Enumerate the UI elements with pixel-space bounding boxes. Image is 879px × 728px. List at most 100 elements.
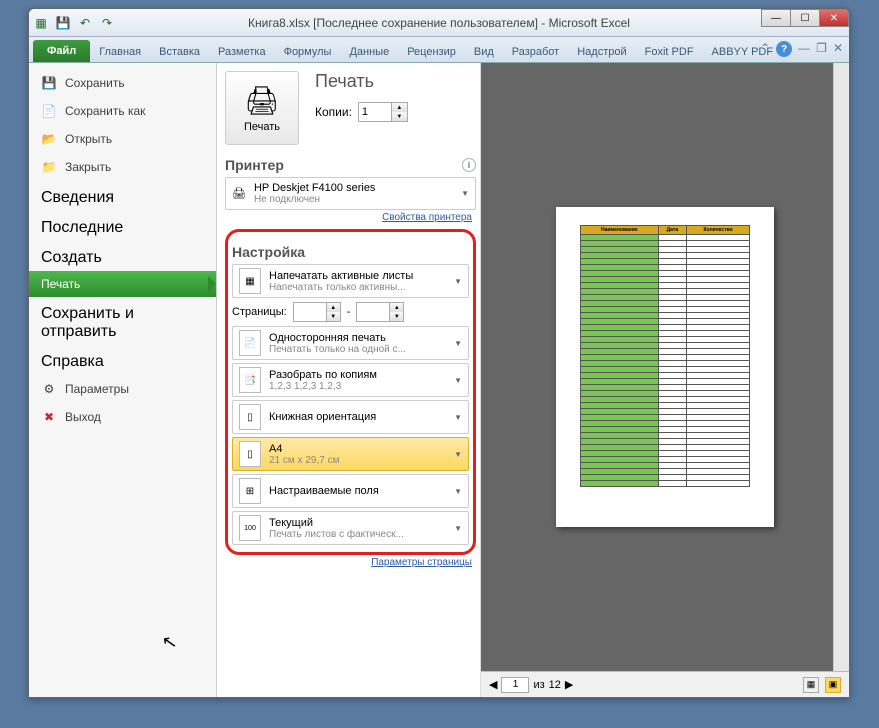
tab-formulas[interactable]: Формулы: [275, 41, 341, 62]
preview-table: НаименованиеДатаКоличество: [580, 225, 750, 487]
print-preview: НаименованиеДатаКоличество ◀ из 12 ▶ ▦ ▣: [481, 63, 849, 697]
copies-up[interactable]: ▲: [392, 103, 407, 112]
pages-to-input[interactable]: [357, 303, 389, 321]
setting-papersize[interactable]: ▯ A4 21 см x 29,7 см ▼: [232, 437, 469, 471]
printer-properties-link[interactable]: Свойства принтера: [225, 212, 472, 223]
printer-status: Не подключен: [254, 194, 375, 205]
chevron-down-icon: ▼: [454, 376, 462, 385]
chevron-down-icon: ▼: [454, 450, 462, 459]
setting-scale-sub: Печать листов с фактическ...: [269, 529, 404, 540]
printer-section-label: Принтер: [225, 157, 284, 173]
sidebar-options[interactable]: ⚙Параметры: [29, 375, 216, 403]
next-page-button[interactable]: ▶: [565, 678, 573, 691]
tab-insert[interactable]: Вставка: [150, 41, 209, 62]
scale-icon: 100: [239, 515, 261, 541]
setting-size-sub: 21 см x 29,7 см: [269, 455, 339, 466]
portrait-icon: ▯: [239, 404, 261, 430]
tab-foxit[interactable]: Foxit PDF: [636, 41, 703, 62]
collate-icon: 📑: [239, 367, 261, 393]
sidebar-print[interactable]: Печать: [29, 271, 216, 297]
copies-input[interactable]: [359, 103, 391, 121]
undo-icon[interactable]: ↶: [77, 15, 93, 31]
page-total: 12: [549, 679, 561, 691]
sidebar-save-label: Сохранить: [65, 76, 125, 90]
setting-sides-title: Односторонняя печать: [269, 332, 406, 344]
tab-home[interactable]: Главная: [90, 41, 150, 62]
page-number-input[interactable]: [501, 677, 529, 693]
sidebar-open[interactable]: 📂Открыть: [29, 125, 216, 153]
sheets-icon: ▦: [239, 268, 261, 294]
page-setup-link[interactable]: Параметры страницы: [225, 557, 472, 568]
sidebar-share[interactable]: Сохранить и отправить: [29, 297, 216, 345]
print-button[interactable]: 🖨 Печать: [225, 71, 299, 145]
setting-orientation[interactable]: ▯ Книжная ориентация ▼: [232, 400, 469, 434]
doc-minimize-icon[interactable]: —: [798, 41, 810, 57]
sidebar-info[interactable]: Сведения: [29, 181, 216, 211]
chevron-down-icon: ▼: [454, 413, 462, 422]
save-icon[interactable]: 💾: [55, 15, 71, 31]
print-settings-panel: 🖨 Печать Печать Копии: ▲▼ Принтер: [217, 63, 481, 697]
printer-selector[interactable]: 🖨 HP Deskjet F4100 series Не подключен ▼: [225, 177, 476, 210]
pages-from-spinner[interactable]: ▲▼: [293, 302, 341, 322]
preview-footer: ◀ из 12 ▶ ▦ ▣: [481, 671, 849, 697]
show-margins-button[interactable]: ▦: [803, 677, 819, 693]
pages-separator: -: [347, 306, 351, 318]
tab-view[interactable]: Вид: [465, 41, 503, 62]
setting-sides-sub: Печатать только на одной с...: [269, 344, 406, 355]
options-icon: ⚙: [41, 381, 57, 397]
close-button[interactable]: ✕: [819, 9, 849, 27]
preview-scrollbar-vertical[interactable]: [833, 63, 849, 671]
sidebar-save[interactable]: 💾Сохранить: [29, 69, 216, 97]
onesided-icon: 📄: [239, 330, 261, 356]
tab-addins[interactable]: Надстрой: [568, 41, 635, 62]
preview-canvas: НаименованиеДатаКоличество: [481, 63, 849, 671]
print-button-label: Печать: [244, 121, 280, 133]
doc-close-icon[interactable]: ✕: [833, 41, 843, 57]
settings-section-header: Настройка: [232, 244, 469, 260]
redo-icon[interactable]: ↷: [99, 15, 115, 31]
pages-label: Страницы:: [232, 306, 287, 318]
sidebar-save-as-label: Сохранить как: [65, 104, 145, 118]
setting-orientation-title: Книжная ориентация: [269, 411, 376, 423]
sidebar-new[interactable]: Создать: [29, 241, 216, 271]
chevron-down-icon: ▼: [461, 189, 469, 198]
setting-scale[interactable]: 100 Текущий Печать листов с фактическ...…: [232, 511, 469, 545]
close-icon: 📁: [41, 159, 57, 175]
doc-restore-icon[interactable]: ❐: [816, 41, 827, 57]
quick-access-toolbar: ▦ 💾 ↶ ↷: [33, 15, 115, 31]
tab-data[interactable]: Данные: [340, 41, 398, 62]
zoom-to-page-button[interactable]: ▣: [825, 677, 841, 693]
sidebar-recent[interactable]: Последние: [29, 211, 216, 241]
sidebar-save-as[interactable]: 📄Сохранить как: [29, 97, 216, 125]
maximize-button[interactable]: ☐: [790, 9, 820, 27]
setting-sides[interactable]: 📄 Односторонняя печать Печатать только н…: [232, 326, 469, 360]
tab-review[interactable]: Рецензир: [398, 41, 465, 62]
ribbon-expand-icon[interactable]: ⌃: [760, 41, 770, 57]
info-icon[interactable]: i: [462, 158, 476, 172]
sidebar-exit-label: Выход: [65, 410, 101, 424]
paper-icon: ▯: [239, 441, 261, 467]
sidebar-exit[interactable]: ✖Выход: [29, 403, 216, 431]
page-of-label: из: [533, 679, 544, 691]
setting-scale-title: Текущий: [269, 517, 404, 529]
sidebar-help[interactable]: Справка: [29, 345, 216, 375]
tab-file[interactable]: Файл: [33, 40, 90, 62]
setting-collate[interactable]: 📑 Разобрать по копиям 1,2,3 1,2,3 1,2,3 …: [232, 363, 469, 397]
ribbon-tabs: Файл Главная Вставка Разметка Формулы Да…: [29, 37, 849, 63]
copies-down[interactable]: ▼: [392, 112, 407, 121]
chevron-down-icon: ▼: [454, 487, 462, 496]
excel-icon: ▦: [33, 15, 49, 31]
minimize-button[interactable]: —: [761, 9, 791, 27]
tab-layout[interactable]: Разметка: [209, 41, 275, 62]
setting-margins[interactable]: ⊞ Настраиваемые поля ▼: [232, 474, 469, 508]
setting-margins-title: Настраиваемые поля: [269, 485, 379, 497]
margins-icon: ⊞: [239, 478, 261, 504]
copies-spinner[interactable]: ▲▼: [358, 102, 408, 122]
pages-to-spinner[interactable]: ▲▼: [356, 302, 404, 322]
prev-page-button[interactable]: ◀: [489, 678, 497, 691]
setting-print-what[interactable]: ▦ Напечатать активные листы Напечатать т…: [232, 264, 469, 298]
pages-from-input[interactable]: [294, 303, 326, 321]
sidebar-close[interactable]: 📁Закрыть: [29, 153, 216, 181]
tab-developer[interactable]: Разработ: [503, 41, 568, 62]
help-icon[interactable]: ?: [776, 41, 792, 57]
